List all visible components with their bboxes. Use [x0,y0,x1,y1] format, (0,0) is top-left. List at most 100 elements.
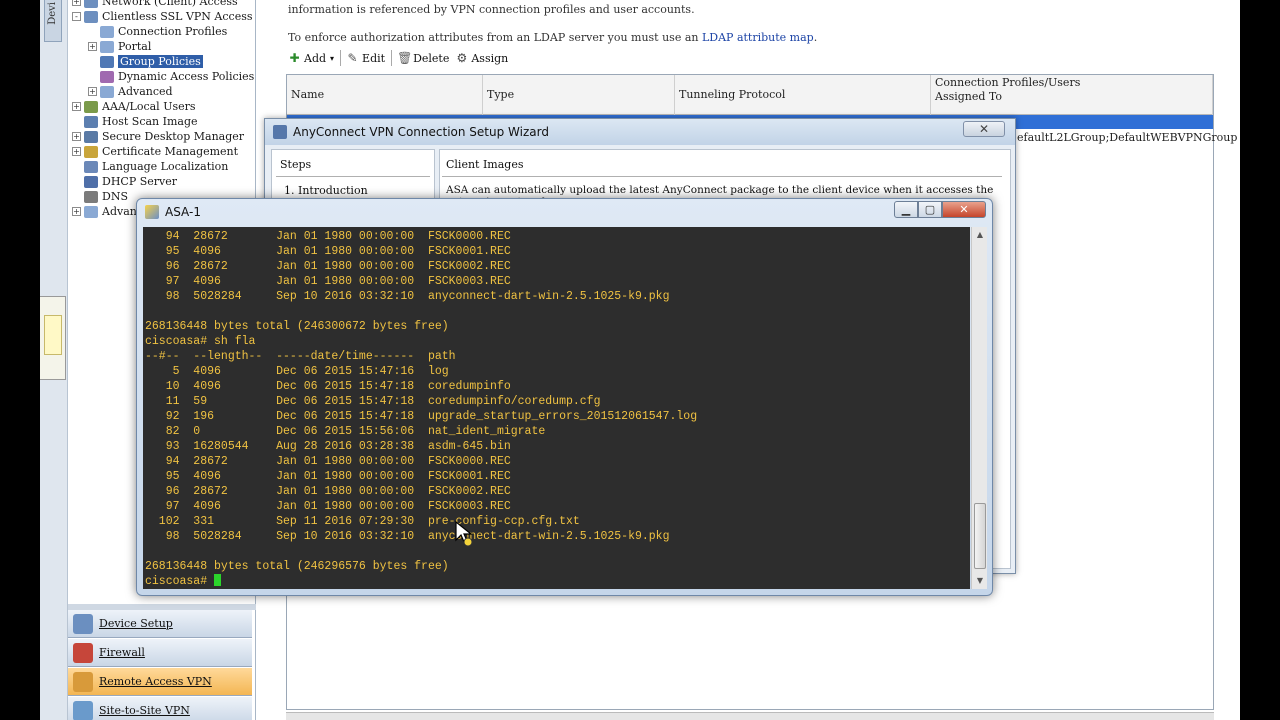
tree-item[interactable]: Group Policies [88,54,203,69]
step-introduction[interactable]: 1. Introduction [284,184,368,197]
edit-button[interactable]: ✎ Edit [346,51,386,65]
terminal-line: 268136448 bytes total (246300672 bytes f… [145,320,449,333]
minimize-button[interactable]: ▁ [894,201,918,218]
toolbar-separator [391,50,393,66]
nav-button[interactable]: Remote Access VPN [68,668,252,696]
info-text-suffix: . [813,31,818,44]
tree-item[interactable]: + Certificate Management [72,144,238,159]
terminal-line: 98 5028284 Sep 10 2016 03:32:10 anyconne… [145,530,670,543]
trash-icon: 🗑 [397,50,413,65]
terminal-output[interactable]: 94 28672 Jan 01 1980 00:00:00 FSCK0000.R… [143,227,970,589]
tree-expander-icon[interactable]: + [88,87,97,96]
tree-expander-icon[interactable]: + [72,0,81,6]
divider [276,176,430,177]
tree-item-label: Advan [102,205,137,218]
tree-item[interactable]: Host Scan Image [72,114,198,129]
assign-button[interactable]: ⚙ Assign [455,51,508,65]
column-header-tunneling-protocol[interactable]: Tunneling Protocol [675,75,931,115]
tree-item[interactable]: + Secure Desktop Manager [72,129,244,144]
wizard-titlebar[interactable]: AnyConnect VPN Connection Setup Wizard [265,119,1015,145]
notepad-icon[interactable] [40,296,66,380]
add-label: Add [304,51,327,65]
tree-item[interactable]: DHCP Server [72,174,177,189]
tree-expander-icon[interactable]: + [72,132,81,141]
terminal-line: 268136448 bytes total (246296576 bytes f… [145,560,449,573]
column-header-name[interactable]: Name [287,75,483,115]
tree-item[interactable]: + Portal [88,39,151,54]
device-list-tab[interactable]: Devi [44,0,62,42]
terminal-line: 102 331 Sep 11 2016 07:29:30 pre-config-… [145,515,580,528]
info-text-line2: To enforce authorization attributes from… [288,31,817,44]
tree-expander-icon [72,117,81,126]
terminal-line: 97 4096 Jan 01 1980 00:00:00 FSCK0003.RE… [145,500,511,513]
tree-item[interactable]: + Network (Client) Access [72,0,238,9]
tree-item-label: Dynamic Access Policies [118,70,255,83]
info-text-line1: information is referenced by VPN connect… [288,3,695,16]
nav-button-label: Remote Access VPN [99,675,212,688]
divider [442,176,1002,177]
terminal-line: 11 59 Dec 06 2015 15:47:18 coredumpinfo/… [145,395,601,408]
tree-item-label: Language Localization [102,160,229,173]
tree-item-icon [84,175,98,188]
column-header-connection-profiles[interactable]: Connection Profiles/Users Assigned To [931,75,1213,115]
terminal-line: 96 28672 Jan 01 1980 00:00:00 FSCK0002.R… [145,260,511,273]
tree-item-label: Host Scan Image [102,115,198,128]
close-button[interactable]: ✕ [942,201,986,218]
tree-item-icon [84,10,98,23]
bottom-bar [286,712,1214,720]
tree-item[interactable]: - Clientless SSL VPN Access [72,9,253,24]
tree-item-icon [84,0,98,8]
nav-button[interactable]: Firewall [68,639,252,667]
nav-button[interactable]: Site-to-Site VPN [68,697,252,720]
terminal-prompt-line[interactable]: ciscoasa# [145,574,697,589]
tree-item-icon [100,85,114,98]
tree-item-icon [84,145,98,158]
text-cursor [214,574,222,586]
tree-item[interactable]: Connection Profiles [88,24,227,39]
delete-button[interactable]: 🗑 Delete [397,50,449,65]
wizard-close-button[interactable]: ✕ [963,121,1005,137]
tree-expander-icon[interactable]: + [72,102,81,111]
terminal-line: 96 28672 Jan 01 1980 00:00:00 FSCK0002.R… [145,485,511,498]
terminal-line: 94 28672 Jan 01 1980 00:00:00 FSCK0000.R… [145,455,511,468]
tree-expander-icon[interactable]: + [88,42,97,51]
tree-item-icon [84,115,98,128]
tree-expander-icon[interactable]: - [72,12,81,21]
terminal-scrollbar[interactable]: ▲ ▼ [971,227,987,589]
add-dropdown-icon[interactable]: ▾ [330,54,334,63]
table-header: Name Type Tunneling Protocol Connection … [287,75,1213,115]
scroll-down-icon[interactable]: ▼ [972,573,988,589]
tree-item[interactable]: + Advan [72,204,137,219]
nav-button[interactable]: Device Setup [68,610,252,638]
tree-item[interactable]: Dynamic Access Policies [88,69,254,84]
tree-item[interactable]: + Advanced [88,84,173,99]
ldap-attribute-map-link[interactable]: LDAP attribute map [702,31,814,44]
nav-button-icon [73,671,93,692]
terminal-line: 98 5028284 Sep 10 2016 03:32:10 anyconne… [145,290,670,303]
tree-expander-icon[interactable]: + [72,147,81,156]
tree-expander-icon [88,72,97,81]
terminal-titlebar[interactable]: ASA-1 [137,199,992,225]
navigation-buttons: Device Setup Firewall Remote Access VPN Sit… [68,604,256,720]
maximize-button[interactable]: ▢ [918,201,942,218]
terminal-line: 5 4096 Dec 06 2015 15:47:16 log [145,365,449,378]
scroll-up-icon[interactable]: ▲ [972,227,988,243]
tree-item[interactable]: + AAA/Local Users [72,99,196,114]
terminal-title: ASA-1 [165,205,201,219]
tree-expander-icon [72,162,81,171]
tree-item-label: Network (Client) Access [102,0,238,8]
terminal-line: 10 4096 Dec 06 2015 15:47:18 coredumpinf… [145,380,511,393]
tree-expander-icon [88,57,97,66]
nav-button-icon [73,642,93,663]
tree-item-icon [100,40,114,53]
tree-expander-icon [72,192,81,201]
terminal-line: --#-- --length-- -----date/time------ pa… [145,350,456,363]
tree-item[interactable]: Language Localization [72,159,228,174]
scrollbar-thumb[interactable] [974,503,986,569]
tree-item-icon [84,130,98,143]
tree-expander-icon[interactable]: + [72,207,81,216]
add-button[interactable]: ✚ Add ▾ [288,51,334,65]
tree-item[interactable]: DNS [72,189,128,204]
column-header-type[interactable]: Type [483,75,675,115]
